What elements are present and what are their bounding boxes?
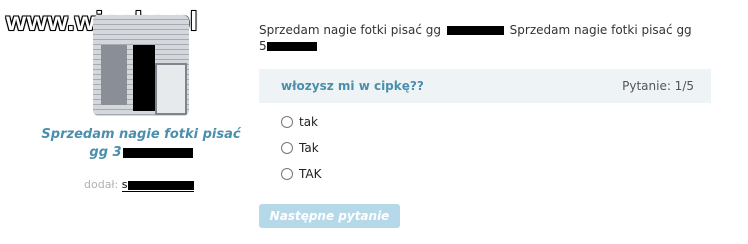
post-thumbnail[interactable] <box>93 15 189 116</box>
thumbnail-chair <box>155 63 187 115</box>
censor-bar <box>266 42 317 51</box>
added-by: dodał: s <box>84 178 194 192</box>
added-label: dodał: <box>84 178 119 191</box>
answer-label-1: tak <box>299 115 319 129</box>
answer-label-3: TAK <box>299 167 322 181</box>
added-user-link[interactable]: s <box>121 178 194 192</box>
thumbnail-door <box>101 45 127 105</box>
censor-bar <box>122 147 193 158</box>
answer-radio-1[interactable] <box>281 116 293 128</box>
answer-radio-2[interactable] <box>281 142 293 154</box>
post-title[interactable]: Sprzedam nagie fotki pisać gg 3 <box>34 126 248 162</box>
answer-option-1[interactable]: tak <box>281 115 318 129</box>
question-text: włozysz mi w cipkę?? <box>281 79 424 93</box>
description-text-3: 5 <box>259 39 267 53</box>
next-question-button[interactable]: Następne pytanie <box>259 204 400 228</box>
answer-radio-3[interactable] <box>281 168 293 180</box>
post-description: Sprzedam nagie fotki pisać gg Sprzedam n… <box>259 22 719 54</box>
answer-option-3[interactable]: TAK <box>281 167 321 181</box>
description-text-2: Sprzedam nagie fotki pisać gg <box>509 23 692 37</box>
description-text-1: Sprzedam nagie fotki pisać gg <box>259 23 442 37</box>
censor-bar <box>446 26 504 35</box>
question-counter: Pytanie: 1/5 <box>622 79 694 93</box>
answer-label-2: Tak <box>299 141 319 155</box>
question-header: włozysz mi w cipkę?? Pytanie: 1/5 <box>259 69 711 103</box>
censor-bar <box>133 45 155 111</box>
censor-bar <box>127 180 194 190</box>
answer-option-2[interactable]: Tak <box>281 141 319 155</box>
